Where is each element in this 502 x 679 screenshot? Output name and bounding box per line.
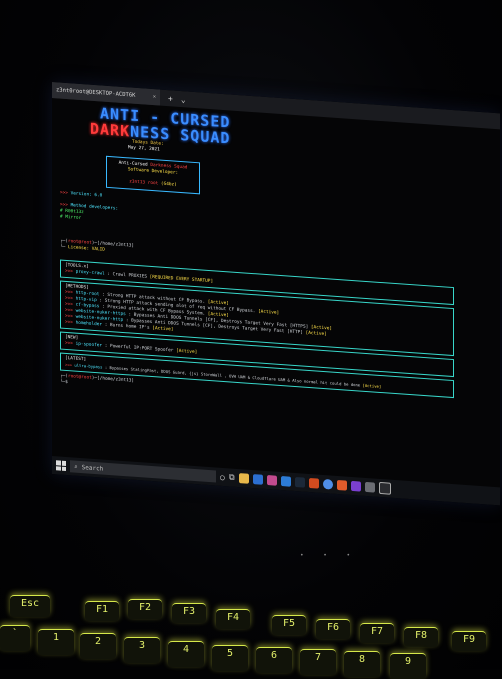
keyboard-key: F9	[452, 631, 486, 651]
search-placeholder: Search	[81, 463, 104, 473]
file-explorer-icon[interactable]	[238, 473, 249, 484]
chrome-icon[interactable]	[322, 478, 333, 490]
keyboard-key: 4	[168, 641, 204, 667]
method-dev-2-name: Mirror	[65, 214, 82, 222]
keyboard-key: 7	[300, 649, 336, 675]
method-tag: [Active]	[258, 309, 280, 316]
version-label: Version: 6.0	[70, 191, 103, 199]
infobox-title: Anti-Cursed	[118, 160, 148, 168]
version-prefix: >>>	[60, 190, 68, 197]
app-icon[interactable]	[266, 475, 277, 486]
close-icon[interactable]: ×	[153, 94, 156, 100]
windows-start-icon[interactable]	[56, 460, 66, 471]
app-icon[interactable]	[364, 481, 375, 493]
monitor-indicator-dots: • • •	[300, 552, 359, 559]
infobox-developer-alias: (G4bz)	[160, 181, 177, 188]
store-icon[interactable]	[252, 474, 263, 485]
developer-info-box: Anti-Cursed Darkness Squad Software Deve…	[106, 155, 200, 195]
keyboard-key: F8	[404, 627, 438, 647]
final-prompt-user: root@root	[67, 374, 92, 381]
cortana-icon[interactable]: ○	[220, 472, 225, 481]
vscode-icon[interactable]	[280, 475, 291, 487]
keyboard-key: 2	[80, 633, 116, 659]
keyboard-key: F1	[85, 601, 119, 621]
chevron-down-icon[interactable]: ⌄	[181, 95, 186, 104]
new-tag: [Active]	[176, 348, 198, 356]
keyboard-key: 5	[212, 645, 248, 671]
final-prompt-path: /home/z3nt13	[99, 376, 132, 384]
app-icon[interactable]	[308, 477, 319, 489]
keyboard-key: 6	[256, 647, 292, 673]
latest-tag: [Active]	[362, 382, 382, 390]
monitor-screen: z3nt0root@DESKTOP-ACDT6K × + ⌄ ANTI - CU…	[52, 82, 500, 506]
method-devs-prefix: >>>	[60, 202, 68, 209]
brave-icon[interactable]	[336, 479, 347, 491]
keyboard-key: F6	[316, 619, 350, 639]
keyboard-key: F4	[216, 609, 250, 629]
new-cmd: ip-spoofer	[75, 341, 103, 349]
keyboard-key: 3	[124, 637, 160, 663]
latest-cmd: ultra-bypass	[74, 362, 103, 370]
banner-dark: DARK	[90, 119, 131, 141]
method-tag: [Active]	[305, 330, 327, 338]
keyboard-key: F2	[128, 599, 162, 619]
keyboard-key: `	[0, 625, 30, 651]
terminal-output: ANTI - CURSED DARKNESS SQUAD Todays Date…	[52, 98, 500, 477]
keyboard-key: Esc	[10, 595, 50, 617]
keyboard-key: 8	[344, 651, 380, 677]
method-cmd: homeholder	[75, 320, 103, 328]
search-icon: ⌕	[74, 463, 78, 471]
terminal-tab-title: z3nt0root@DESKTOP-ACDT6K	[56, 87, 136, 99]
method-tag: [Active]	[152, 326, 174, 333]
tool-cmd: proxy-crawl	[75, 269, 105, 277]
app-icon[interactable]	[350, 480, 361, 492]
keyboard-key: F5	[272, 615, 306, 635]
keyboard-key: F7	[360, 623, 394, 643]
infobox-developer-name: z3nt13 root	[129, 179, 159, 187]
keyboard-key: 1	[38, 629, 74, 655]
backlit-keyboard: Esc F1 F2 F3 F4 F5 F6 F7 F8 F9 ` 1 2 3 4…	[0, 585, 502, 679]
steam-icon[interactable]	[294, 476, 305, 488]
terminal-icon[interactable]	[378, 481, 391, 495]
keyboard-key: 9	[390, 653, 426, 679]
keyboard-key: F3	[172, 603, 206, 623]
new-tab-icon[interactable]: +	[168, 94, 173, 103]
task-view-icon[interactable]: ⧉	[229, 472, 235, 482]
